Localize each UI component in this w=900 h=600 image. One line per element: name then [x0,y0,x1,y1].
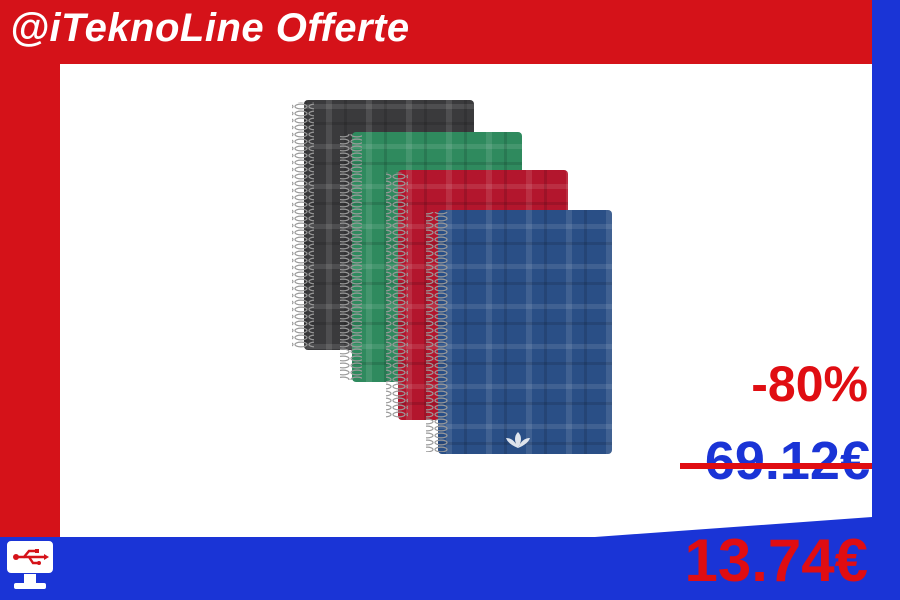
product-image [292,100,612,454]
discount-badge: -80% [751,356,868,412]
page-title: @iTeknoLine Offerte [10,6,410,50]
old-price: 69.12€ [704,431,870,491]
new-price: 13.74€ [684,527,868,594]
usb-monitor-icon [5,539,55,589]
frame-left-red [0,0,60,540]
old-price-strikethrough [680,463,872,469]
frame-right-blue [872,0,900,600]
notebook-blue [426,210,612,454]
